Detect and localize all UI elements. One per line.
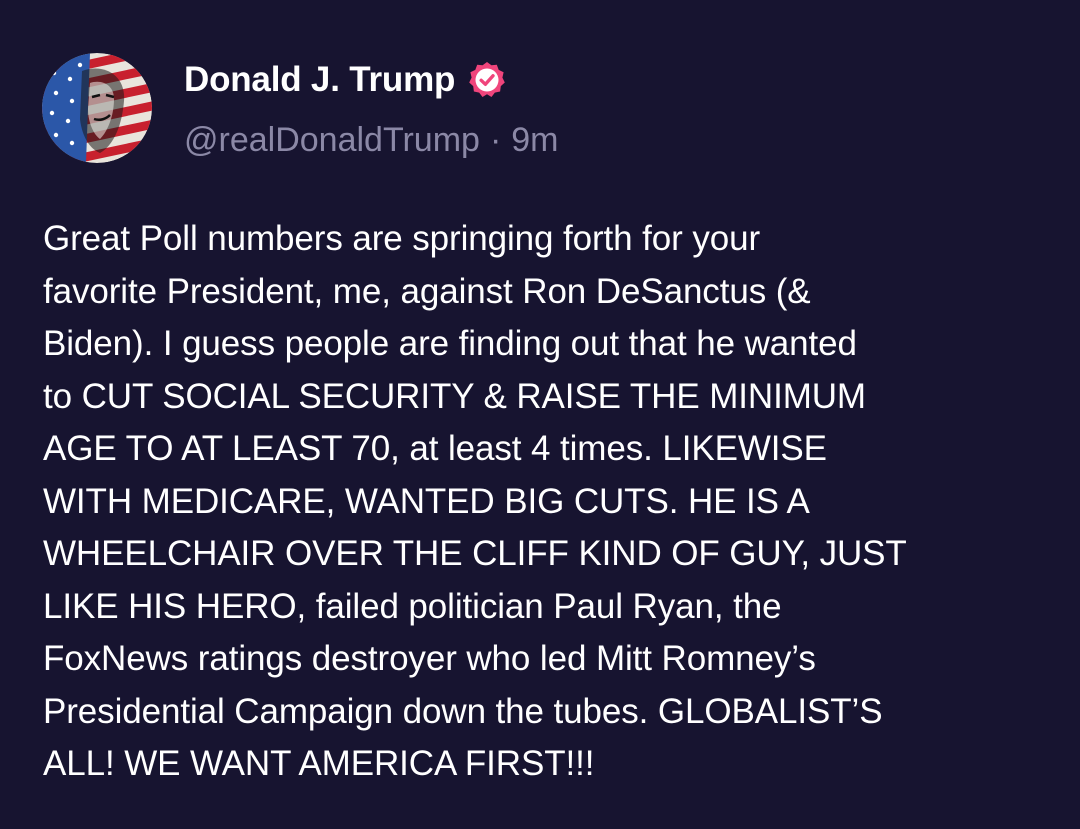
post-text: Great Poll numbers are springing forth f… (43, 219, 907, 783)
flag-portrait-avatar-icon (42, 53, 152, 163)
author-display-name[interactable]: Donald J. Trump (184, 60, 455, 100)
avatar[interactable] (42, 53, 152, 163)
meta-separator: · (489, 120, 502, 159)
verified-badge-icon (467, 60, 507, 100)
author-name-row: Donald J. Trump (184, 56, 507, 104)
post-timestamp[interactable]: 9m (511, 121, 558, 160)
author-meta-row: @realDonaldTrump · 9m (184, 117, 559, 163)
post-card: Donald J. Trump @realDonaldTrump · 9m Gr… (0, 0, 1080, 829)
author-handle[interactable]: @realDonaldTrump (184, 121, 480, 160)
